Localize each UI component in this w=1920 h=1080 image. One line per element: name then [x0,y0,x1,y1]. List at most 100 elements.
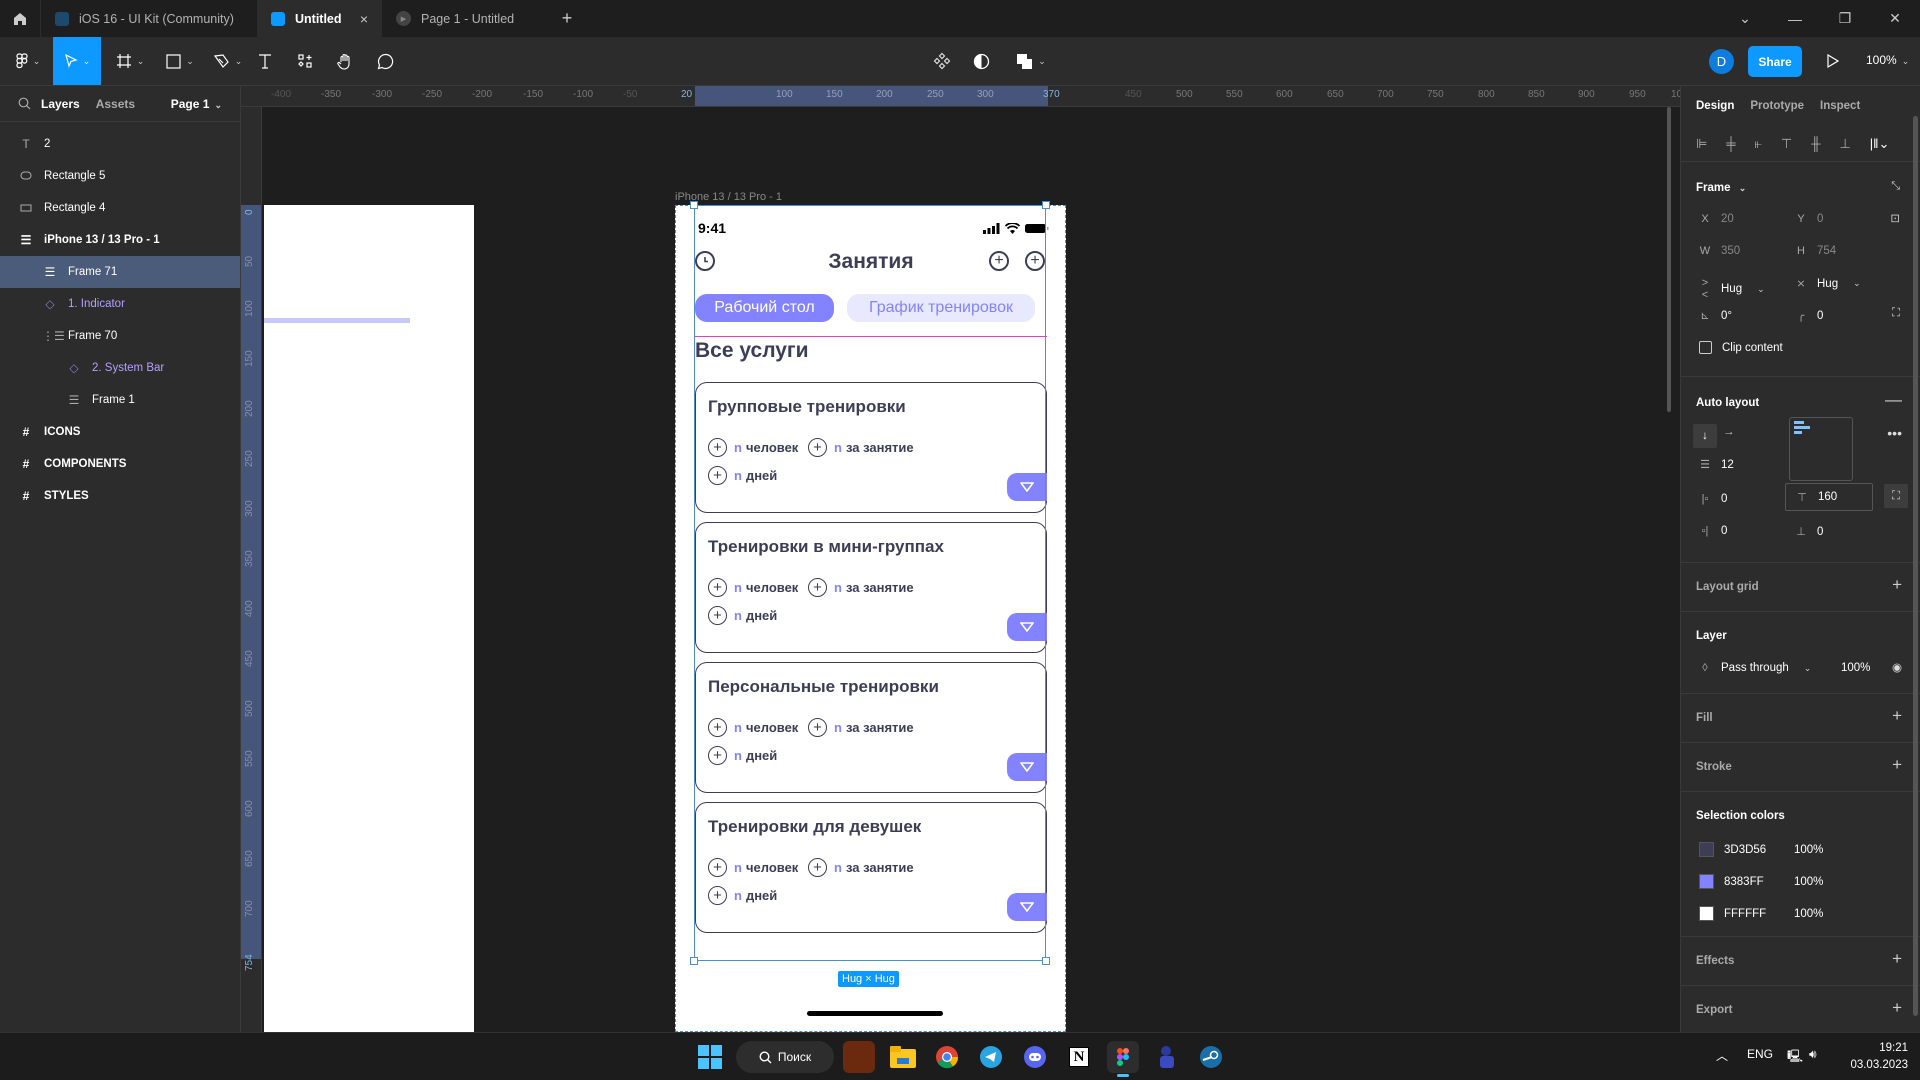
y-field[interactable]: Y0 [1795,213,1823,225]
service-card[interactable]: Персональные тренировки + n человек + n за зан… [695,662,1047,793]
layer-item-selected[interactable]: ☰ Frame 71 [0,256,240,288]
direction-horizontal-icon[interactable]: → [1723,426,1735,438]
share-button[interactable]: Share [1748,46,1802,77]
rotation-field[interactable]: ⊾ 0° [1699,309,1732,323]
layer-item[interactable]: # STYLES [0,480,240,512]
search-icon[interactable] [18,97,31,110]
start-button[interactable] [694,1041,726,1073]
layer-item[interactable]: ◇ 1. Indicator [0,288,240,320]
tab-assets[interactable]: Assets [96,97,135,111]
eye-icon[interactable]: ◉ [1892,660,1902,674]
resize-to-fit-icon[interactable]: ⤡ [1891,180,1900,193]
new-tab-button[interactable]: + [552,0,582,37]
align-bottom-icon[interactable]: ⊥ [1839,136,1850,152]
canvas[interactable]: iPhone 13 / 13 Pro - 1 9:41 Занятия + + … [262,107,1680,1032]
taskbar-app-figma[interactable] [1107,1041,1139,1077]
tab-prototype[interactable]: Prototype [1750,100,1804,112]
alignment-grid[interactable] [1789,417,1853,481]
add-circle-icon[interactable]: + [708,858,727,877]
taskbar-app-explorer[interactable] [887,1041,919,1073]
corner-radius-field[interactable]: ╭ 0 [1795,309,1824,323]
pen-tool-button[interactable]: ⌄ [208,37,248,85]
spacing-field[interactable]: ☰ 12 [1699,458,1734,472]
taskbar-app-steam[interactable] [1195,1041,1227,1073]
add-stroke-icon[interactable]: + [1892,755,1902,775]
hand-tool-button[interactable] [335,37,355,85]
add-circle-icon[interactable]: + [1025,251,1045,271]
add-circle-icon[interactable]: + [808,718,827,737]
width-field[interactable]: W 350 [1699,245,1740,257]
comment-tool-button[interactable] [375,37,395,85]
add-circle-icon[interactable]: + [708,578,727,597]
padding-bottom-field[interactable]: ⊥ 0 [1795,525,1823,539]
minimize-button[interactable]: — [1770,11,1820,27]
add-circle-icon[interactable]: + [808,578,827,597]
resize-width-dropdown[interactable]: >< Hug ⌄ [1699,277,1765,301]
frame-label[interactable]: iPhone 13 / 13 Pro - 1 [675,191,782,203]
volume-icon[interactable]: 🔊︎ [1809,1047,1817,1062]
layer-item[interactable]: ☰ iPhone 13 / 13 Pro - 1 [0,224,240,256]
resources-button[interactable] [295,37,315,85]
frame-section-title[interactable]: Frame ⌄ [1696,182,1746,194]
add-export-icon[interactable]: + [1892,998,1902,1018]
layer-item[interactable]: T2 [0,128,240,160]
tab-untitled[interactable]: Untitled × [257,0,382,37]
user-avatar[interactable]: D [1709,49,1734,74]
boolean-ops-button[interactable]: ⌄ [1013,37,1049,85]
expand-button[interactable] [1007,893,1047,921]
service-card[interactable]: Тренировки в мини-группах + n человек + n за з… [695,522,1047,653]
layer-item[interactable]: # ICONS [0,416,240,448]
service-card[interactable]: Тренировки для девушек + n человек + n за заня… [695,802,1047,933]
opacity-field[interactable]: 100% [1841,662,1870,674]
more-options-icon[interactable]: ••• [1887,425,1902,441]
contrast-button[interactable] [971,37,991,85]
add-circle-icon[interactable]: + [989,251,1009,271]
properties-scrollbar[interactable] [1913,116,1918,1016]
tab-page1[interactable]: ▶ Page 1 - Untitled [382,0,552,37]
chevron-down-icon[interactable]: ⌄ [1720,10,1770,27]
page-selector[interactable]: Page 1 ⌄ [171,97,222,111]
add-circle-icon[interactable]: + [708,606,727,625]
present-button[interactable] [1823,37,1843,85]
independent-corners-icon[interactable]: ⛶ [1892,307,1900,320]
clock[interactable]: 19:21 03.03.2023 [1840,1040,1908,1074]
tab-design[interactable]: Design [1696,100,1734,112]
align-center-h-icon[interactable]: ╪ [1726,136,1735,151]
taskbar-app-discord[interactable] [1019,1041,1051,1073]
add-circle-icon[interactable]: + [708,438,727,457]
canvas-scrollbar[interactable] [1667,107,1671,412]
move-tool-button[interactable]: ⌄ [53,37,101,85]
add-layout-grid-icon[interactable]: + [1892,575,1902,595]
align-center-v-icon[interactable]: ╫ [1811,136,1820,151]
add-circle-icon[interactable]: + [808,858,827,877]
add-effect-icon[interactable]: + [1892,949,1902,969]
home-button[interactable] [0,0,41,37]
resize-height-dropdown[interactable]: ⨯ Hug ⌄ [1795,277,1860,291]
layer-item[interactable]: ◇ 2. System Bar [0,352,240,384]
color-swatch[interactable] [1699,842,1714,857]
expand-button[interactable] [1007,473,1047,501]
padding-right-field[interactable]: ▫| 0 [1699,525,1728,537]
add-circle-icon[interactable]: + [708,746,727,765]
taskbar-app-notion[interactable]: N [1063,1041,1095,1073]
close-tab-icon[interactable]: × [360,11,368,27]
pill-desktop[interactable]: Рабочий стол [695,294,834,322]
padding-left-field[interactable]: |▫ 0 [1699,493,1728,505]
taskbar-app-chrome[interactable] [931,1041,963,1073]
align-right-icon[interactable]: ⫦ [1755,136,1762,152]
selection-color-row[interactable]: FFFFFF 100% [1699,906,1823,921]
restore-button[interactable]: ❐ [1820,10,1870,27]
iphone-frame[interactable]: 9:41 Занятия + + Рабочий стол График тре… [675,205,1066,1032]
add-circle-icon[interactable]: + [808,438,827,457]
tab-layers[interactable]: Layers [41,97,80,111]
taskbar-app-game2[interactable] [1151,1041,1183,1073]
padding-top-field[interactable]: ⊤ 160 [1785,483,1873,511]
direction-vertical-icon[interactable]: ↓ [1693,424,1717,448]
tab-ios-ui-kit[interactable]: iOS 16 - UI Kit (Community) [41,0,257,37]
components-button[interactable] [932,37,952,85]
text-tool-button[interactable] [255,37,275,85]
frame-left[interactable] [264,205,474,1032]
taskbar-app-game[interactable] [843,1041,875,1073]
blend-mode-dropdown[interactable]: ◊ Pass through ⌄ [1699,662,1811,674]
expand-button[interactable] [1007,753,1047,781]
